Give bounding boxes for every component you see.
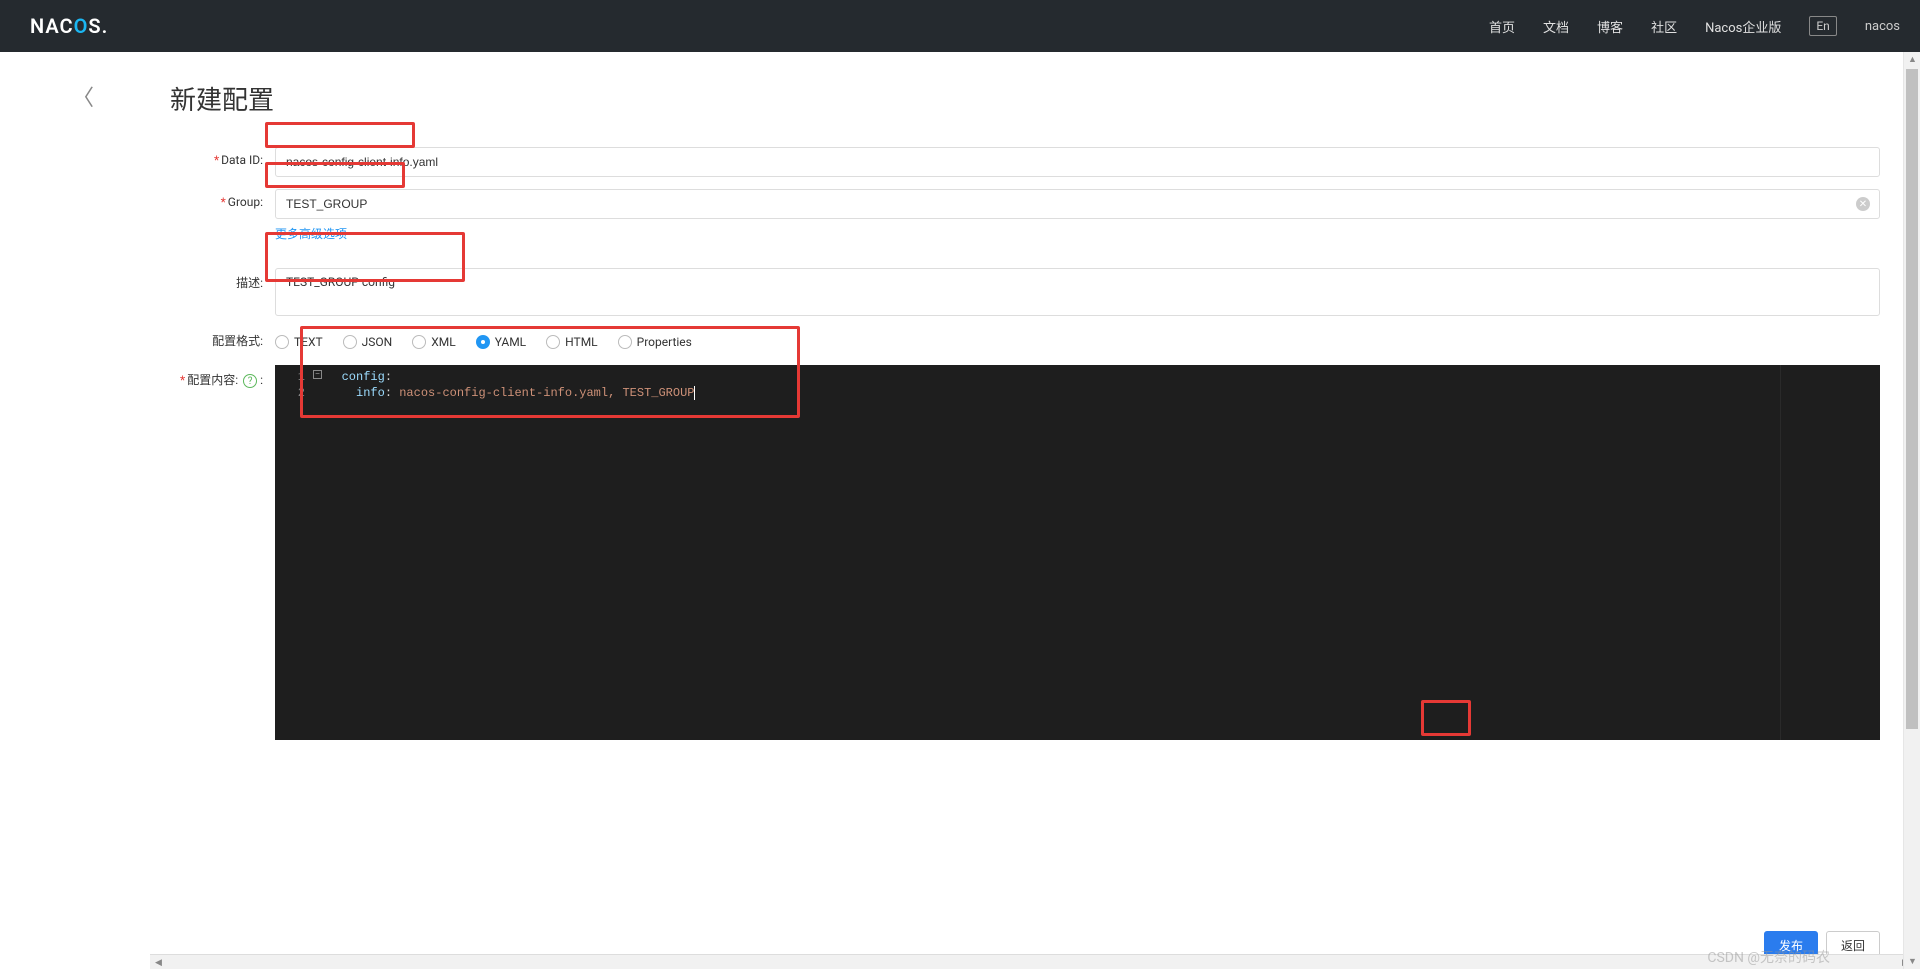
clear-group-icon[interactable]: ✕	[1856, 197, 1870, 211]
format-radio-xml[interactable]: XML	[412, 335, 455, 349]
form-row-content: *配置内容: ? : 1 2 − config: info: nacos-con…	[170, 365, 1880, 740]
page-title: 新建配置	[170, 80, 1880, 117]
label-format: 配置格式:	[170, 332, 275, 349]
format-radio-properties[interactable]: Properties	[618, 335, 692, 349]
vertical-scrollbar-thumb[interactable]	[1906, 69, 1918, 729]
nacos-logo: NACOS.	[30, 14, 108, 38]
label-group: *Group:	[170, 189, 275, 209]
line-number-1: 1	[275, 369, 313, 385]
description-textarea[interactable]: TEST_GROUP config	[275, 268, 1880, 316]
sidebar: 〈	[0, 52, 150, 969]
format-radio-json[interactable]: JSON	[343, 335, 393, 349]
nav-docs[interactable]: 文档	[1543, 17, 1569, 36]
nav-home[interactable]: 首页	[1489, 17, 1515, 36]
scroll-up-arrow-icon[interactable]: ▲	[1904, 52, 1920, 67]
editor-body[interactable]: config: info: nacos-config-client-info.y…	[275, 365, 1880, 401]
format-radio-html[interactable]: HTML	[546, 335, 598, 349]
content-area: 新建配置 *Data ID: *Group: ✕ 更多高级选项	[150, 52, 1920, 969]
help-icon[interactable]: ?	[243, 374, 257, 388]
logo-text-o: O	[74, 14, 89, 38]
editor-gutter: 1 2	[275, 365, 313, 740]
data-id-input[interactable]	[275, 147, 1880, 177]
annotation-box-dataid	[265, 122, 415, 148]
label-data-id: *Data ID:	[170, 147, 275, 167]
code-line-1: config:	[320, 369, 1880, 385]
editor-minimap[interactable]	[1780, 365, 1880, 740]
line-number-2: 2	[275, 385, 313, 401]
form-row-data-id: *Data ID:	[170, 147, 1880, 177]
logo-text-prefix: NAC	[30, 14, 74, 38]
scroll-down-arrow-icon[interactable]: ▼	[1904, 954, 1920, 969]
code-editor[interactable]: 1 2 − config: info: nacos-config-client-…	[275, 365, 1880, 740]
label-content: *配置内容: ? :	[170, 365, 275, 388]
back-arrow-icon[interactable]: 〈	[72, 80, 94, 112]
scroll-left-arrow-icon[interactable]: ◀	[150, 955, 167, 970]
group-input[interactable]	[275, 189, 1880, 219]
horizontal-scrollbar[interactable]: ◀ ▶	[150, 954, 1914, 969]
form-row-description: 描述: TEST_GROUP config	[170, 268, 1880, 320]
logo-text-suffix: S.	[88, 14, 108, 38]
format-radio-text[interactable]: TEXT	[275, 335, 323, 349]
user-menu[interactable]: nacos	[1865, 19, 1900, 34]
form-row-group: *Group: ✕ 更多高级选项	[170, 189, 1880, 242]
form-row-format: 配置格式: TEXT JSON XML YAML HTML Properties	[170, 332, 1880, 349]
vertical-scrollbar[interactable]: ▲ ▼	[1903, 52, 1920, 969]
label-description: 描述:	[170, 268, 275, 291]
code-line-2: info: nacos-config-client-info.yaml, TES…	[320, 385, 1880, 401]
advanced-options-link[interactable]: 更多高级选项	[275, 225, 347, 242]
header-nav: 首页 文档 博客 社区 Nacos企业版 En nacos	[1489, 16, 1900, 36]
fold-icon[interactable]: −	[313, 370, 322, 379]
format-radio-group: TEXT JSON XML YAML HTML Properties	[275, 333, 1880, 349]
format-radio-yaml[interactable]: YAML	[476, 335, 526, 349]
language-toggle[interactable]: En	[1809, 16, 1836, 36]
nav-blog[interactable]: 博客	[1597, 17, 1623, 36]
app-header: NACOS. 首页 文档 博客 社区 Nacos企业版 En nacos	[0, 0, 1920, 52]
nav-community[interactable]: 社区	[1651, 17, 1677, 36]
nav-enterprise[interactable]: Nacos企业版	[1705, 17, 1781, 36]
